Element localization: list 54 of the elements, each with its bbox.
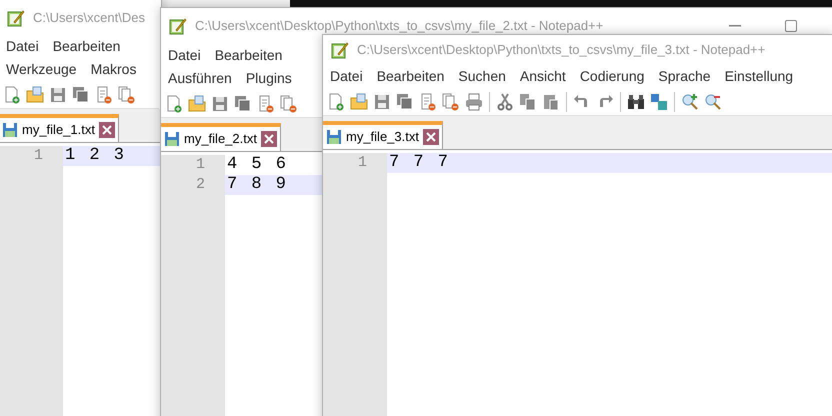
menu-item[interactable]: Codierung: [574, 66, 650, 87]
file-tab[interactable]: my_file_2.txt: [161, 123, 281, 151]
menu-item[interactable]: Makros: [86, 59, 142, 80]
close-icon[interactable]: [98, 122, 115, 138]
zoom-in-icon[interactable]: [680, 92, 700, 112]
window-title: C:\Users\xcent\Desktop\Python\txts_to_csvs\my_file_2.txt - Notepad++: [195, 17, 604, 36]
floppy-icon: [2, 122, 18, 138]
menu-item[interactable]: Datei: [325, 66, 368, 87]
menu-item[interactable]: Plugins: [240, 68, 297, 89]
code-text: 1 2 3: [65, 145, 126, 168]
menu-item[interactable]: Einstellung: [720, 66, 798, 87]
zoom-out-icon[interactable]: [703, 92, 723, 112]
menu-item[interactable]: Sprache: [653, 66, 716, 87]
cut-icon[interactable]: [495, 92, 515, 112]
menu-item[interactable]: Bearbeiten: [210, 45, 288, 66]
file-tab[interactable]: my_file_3.txt: [323, 121, 443, 149]
close-all-icon[interactable]: [117, 84, 137, 104]
menu-item[interactable]: Datei: [163, 45, 206, 66]
menu-item[interactable]: Ausführen: [163, 68, 237, 89]
code-text: 7 8 9: [227, 174, 288, 196]
notepad-icon: [331, 41, 349, 59]
menu-item[interactable]: Datei: [1, 36, 44, 57]
open-folder-icon[interactable]: [187, 94, 207, 114]
line-number: 1: [196, 154, 205, 175]
replace-icon[interactable]: [649, 92, 669, 112]
tab-label: my_file_3.txt: [346, 128, 419, 146]
menu-item[interactable]: Bearbeiten: [372, 66, 450, 87]
open-folder-icon[interactable]: [25, 84, 45, 104]
open-folder-icon[interactable]: [349, 92, 369, 112]
menu-item[interactable]: Bearbeiten: [48, 36, 126, 57]
tab-label: my_file_2.txt: [184, 130, 257, 148]
file-tab[interactable]: my_file_1.txt: [0, 114, 119, 142]
floppy-icon: [326, 129, 342, 145]
maximize-icon[interactable]: [785, 20, 797, 32]
window-title: C:\Users\xcent\Des: [33, 9, 145, 28]
code-text: 4 5 6: [227, 154, 288, 176]
window-title: C:\Users\xcent\Desktop\Python\txts_to_csvs\my_file_3.txt - Notepad++: [357, 41, 766, 60]
notepad-icon: [169, 17, 187, 35]
print-icon[interactable]: [464, 92, 484, 112]
close-icon[interactable]: [260, 131, 277, 147]
notepad-icon: [7, 9, 25, 27]
menu-item[interactable]: Suchen: [453, 66, 511, 87]
close-all-icon[interactable]: [441, 92, 461, 112]
tab-label: my_file_1.txt: [22, 121, 95, 140]
close-icon[interactable]: [422, 129, 439, 145]
floppy-icon: [164, 131, 180, 147]
line-number: 1: [34, 146, 43, 166]
menu-item[interactable]: Ansicht: [514, 66, 571, 87]
minimize-icon[interactable]: [729, 25, 741, 27]
code-text: 7 7 7: [389, 152, 450, 174]
line-number: 2: [196, 174, 205, 195]
line-number: 1: [358, 152, 367, 173]
close-all-icon[interactable]: [279, 94, 299, 114]
menu-item[interactable]: Werkzeuge: [1, 59, 82, 80]
